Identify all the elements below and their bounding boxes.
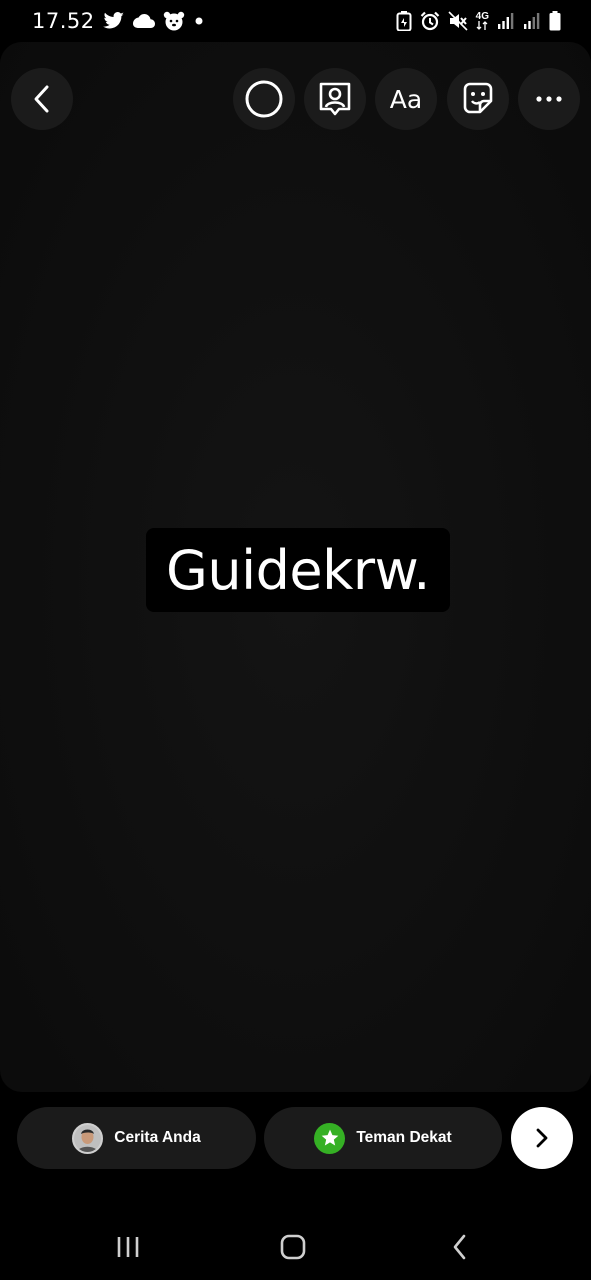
signal-icon xyxy=(523,12,541,30)
story-text-box[interactable]: Guidekrw. xyxy=(146,528,450,612)
text-tool-button[interactable]: Aa xyxy=(375,68,437,130)
nav-back-button[interactable] xyxy=(440,1230,480,1264)
avatar xyxy=(72,1122,104,1154)
back-button[interactable] xyxy=(11,68,73,130)
sticker-button[interactable] xyxy=(447,68,509,130)
recents-button[interactable] xyxy=(108,1230,148,1264)
star-icon xyxy=(314,1122,346,1154)
story-text: Guidekrw. xyxy=(166,538,430,602)
battery-saver-icon xyxy=(396,11,412,31)
home-button[interactable] xyxy=(273,1230,313,1264)
bear-icon xyxy=(163,11,185,31)
battery-icon xyxy=(549,11,561,31)
dot-icon xyxy=(193,15,205,27)
back-icon xyxy=(451,1233,469,1261)
cloud-icon xyxy=(132,14,155,28)
close-friends-label: Teman Dekat xyxy=(356,1129,452,1146)
status-right: 4G xyxy=(396,11,561,31)
story-canvas[interactable]: Aa Guidekrw. xyxy=(0,42,591,1092)
home-icon xyxy=(279,1233,307,1261)
chevron-right-icon xyxy=(534,1127,550,1149)
recents-icon xyxy=(115,1235,141,1259)
text-icon: Aa xyxy=(389,84,423,114)
sticker-icon xyxy=(460,81,496,117)
close-friends-button[interactable]: Teman Dekat xyxy=(264,1107,502,1169)
next-button[interactable] xyxy=(511,1107,573,1169)
circle-button[interactable] xyxy=(233,68,295,130)
more-button[interactable] xyxy=(518,68,580,130)
signal-icon xyxy=(497,12,515,30)
network-label: 4G xyxy=(475,11,489,22)
4g-icon: 4G xyxy=(476,12,489,30)
circle-icon xyxy=(244,79,284,119)
status-time: 17.52 xyxy=(32,9,95,33)
alarm-icon xyxy=(420,11,440,31)
mute-icon xyxy=(448,11,468,31)
status-left: 17.52 xyxy=(32,9,205,33)
status-bar: 17.52 4G xyxy=(0,0,591,42)
portrait-icon xyxy=(317,81,353,117)
system-nav-bar xyxy=(0,1216,591,1280)
your-story-button[interactable]: Cerita Anda xyxy=(17,1107,256,1169)
twitter-icon xyxy=(102,12,125,30)
your-story-label: Cerita Anda xyxy=(114,1129,201,1146)
chevron-left-icon xyxy=(31,84,53,114)
portrait-button[interactable] xyxy=(304,68,366,130)
more-icon xyxy=(536,95,562,103)
